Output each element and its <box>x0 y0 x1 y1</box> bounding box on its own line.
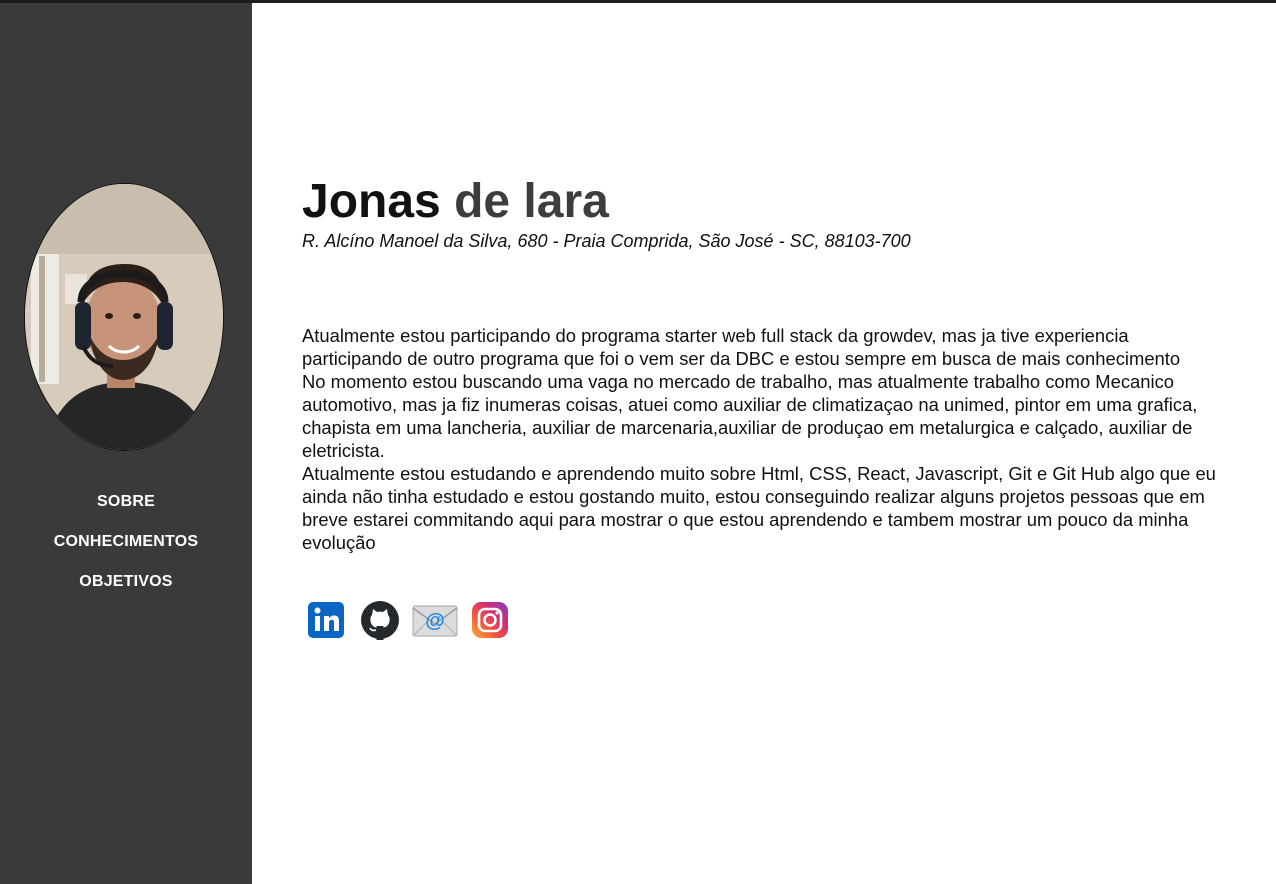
bio-paragraph: Atualmente estou estudando e aprendendo … <box>302 463 1216 553</box>
nav-link-conhecimentos[interactable]: CONHECIMENTOS <box>54 533 199 550</box>
nav-link-objetivos[interactable]: OBJETIVOS <box>79 573 172 590</box>
nav-item-objetivos: OBJETIVOS <box>0 573 252 613</box>
email-icon: @ <box>412 600 458 640</box>
email-link[interactable]: @ <box>412 600 458 640</box>
instagram-icon <box>470 600 510 640</box>
github-icon <box>360 600 400 640</box>
nav-item-sobre: SOBRE <box>0 493 252 533</box>
instagram-link[interactable] <box>470 600 510 640</box>
linkedin-link[interactable] <box>306 600 346 640</box>
linkedin-icon <box>306 600 346 640</box>
bio-paragraph: No momento estou buscando uma vaga no me… <box>302 371 1198 461</box>
first-name: Jonas <box>302 175 441 228</box>
profile-name: Jonas de lara <box>302 172 609 232</box>
sidebar-nav: SOBRE CONHECIMENTOS OBJETIVOS <box>0 493 252 613</box>
last-name: de lara <box>454 175 609 228</box>
sidebar: SOBRE CONHECIMENTOS OBJETIVOS <box>0 3 252 884</box>
nav-item-conhecimentos: CONHECIMENTOS <box>0 533 252 573</box>
bio-paragraph: Atualmente estou participando do program… <box>302 325 1181 369</box>
github-link[interactable] <box>360 600 400 640</box>
bio-section: Atualmente estou participando do program… <box>302 324 1232 554</box>
svg-text:@: @ <box>425 610 445 632</box>
address: R. Alcíno Manoel da Silva, 680 - Praia C… <box>302 231 911 251</box>
nav-link-sobre[interactable]: SOBRE <box>97 493 155 510</box>
profile-photo <box>24 183 224 451</box>
